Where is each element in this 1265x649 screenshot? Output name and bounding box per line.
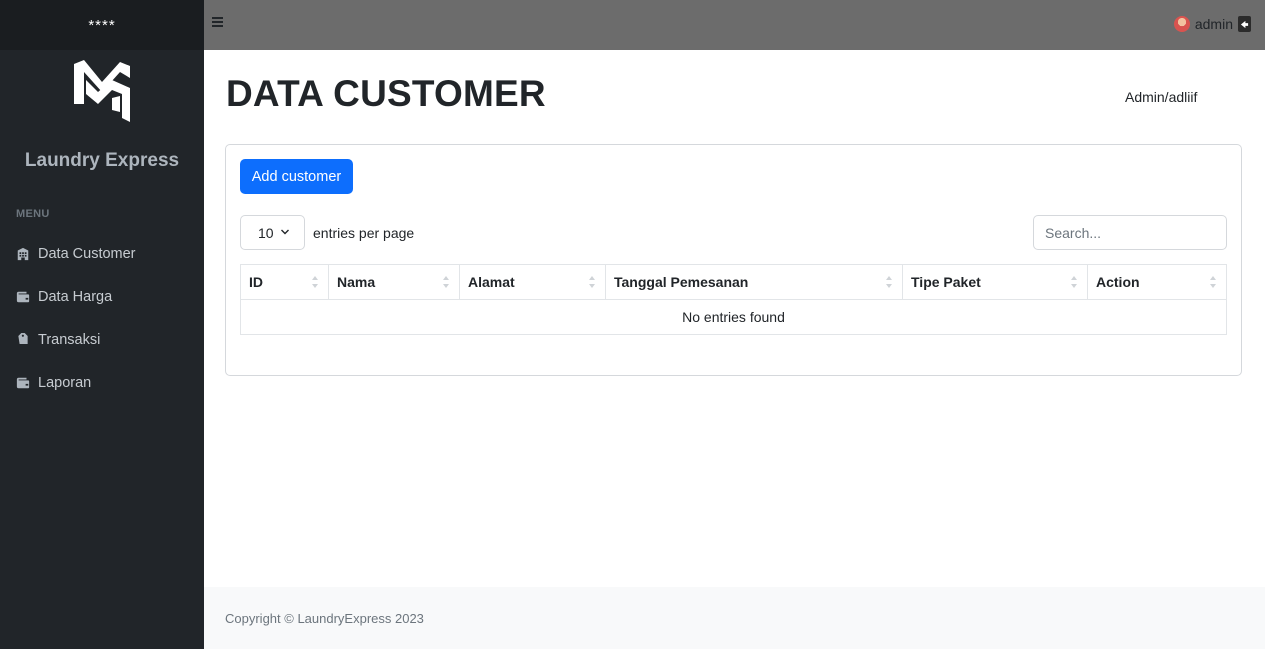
entries-per-page-select[interactable]: 10 (240, 215, 305, 250)
column-header-tipe-paket[interactable]: Tipe Paket (902, 264, 1088, 300)
column-label: Tanggal Pemesanan (614, 274, 749, 290)
menu-heading: MENU (16, 208, 50, 220)
sidebar-item-laporan[interactable]: Laporan (0, 361, 204, 404)
table-row: No entries found (240, 299, 1227, 335)
sort-icon (443, 276, 449, 288)
copyright-text: Copyright © LaundryExpress 2023 (225, 611, 424, 626)
brand-bar: **** (0, 0, 204, 50)
sidebar-item-label: Data Harga (38, 288, 113, 305)
column-label: Nama (337, 274, 376, 290)
user-menu[interactable]: admin (1173, 16, 1251, 32)
logout-icon[interactable] (1238, 16, 1251, 32)
sort-icon (1071, 276, 1077, 288)
search-input[interactable] (1033, 215, 1227, 250)
column-label: ID (249, 274, 263, 290)
sidebar-nav: Data Customer Data Harga Transaksi Lapor… (0, 232, 204, 404)
sidebar-item-data-customer[interactable]: Data Customer (0, 232, 204, 275)
laundry-express-logo (74, 60, 130, 122)
empty-table-message: No entries found (240, 299, 1227, 335)
column-header-action[interactable]: Action (1087, 264, 1227, 300)
wallet-icon (16, 376, 30, 390)
sidebar-item-data-harga[interactable]: Data Harga (0, 275, 204, 318)
sidebar-item-label: Laporan (38, 374, 92, 391)
entries-per-page-label: entries per page (313, 225, 415, 241)
customer-table-card: Add customer 10 entries per page ID Nama… (225, 144, 1242, 376)
sort-icon (886, 276, 892, 288)
footer: Copyright © LaundryExpress 2023 (204, 587, 1265, 649)
wallet-icon (16, 290, 30, 304)
sort-icon (1210, 276, 1216, 288)
column-header-id[interactable]: ID (240, 264, 329, 300)
brand-text: **** (88, 16, 116, 34)
sort-icon (589, 276, 595, 288)
entries-per-page-value: 10 (258, 224, 274, 241)
column-header-tanggal-pemesanan[interactable]: Tanggal Pemesanan (605, 264, 903, 300)
column-label: Tipe Paket (911, 274, 981, 290)
breadcrumb: Admin/adliif (1125, 89, 1198, 105)
menu-toggle-icon[interactable] (212, 17, 223, 31)
building-icon (16, 247, 30, 261)
sidebar-item-label: Data Customer (38, 245, 136, 262)
avatar (1173, 16, 1190, 32)
page-title: DATA CUSTOMER (226, 73, 546, 114)
sort-icon (312, 276, 318, 288)
tag-icon (16, 332, 30, 347)
app-name: Laundry Express (24, 150, 180, 171)
user-name: admin (1194, 16, 1233, 32)
column-header-alamat[interactable]: Alamat (459, 264, 606, 300)
customer-table: ID Nama Alamat Tanggal Pemesanan Tipe Pa… (240, 264, 1227, 335)
add-customer-button[interactable]: Add customer (240, 159, 353, 194)
column-label: Alamat (468, 274, 515, 290)
table-header-row: ID Nama Alamat Tanggal Pemesanan Tipe Pa… (240, 264, 1227, 300)
column-label: Action (1096, 274, 1140, 290)
top-bar: admin (204, 0, 1265, 50)
column-header-nama[interactable]: Nama (328, 264, 460, 300)
sidebar: **** Laundry Express MENU Data Customer … (0, 0, 204, 649)
sidebar-item-label: Transaksi (38, 331, 101, 348)
chevron-down-icon (281, 229, 289, 235)
sidebar-item-transaksi[interactable]: Transaksi (0, 318, 204, 361)
